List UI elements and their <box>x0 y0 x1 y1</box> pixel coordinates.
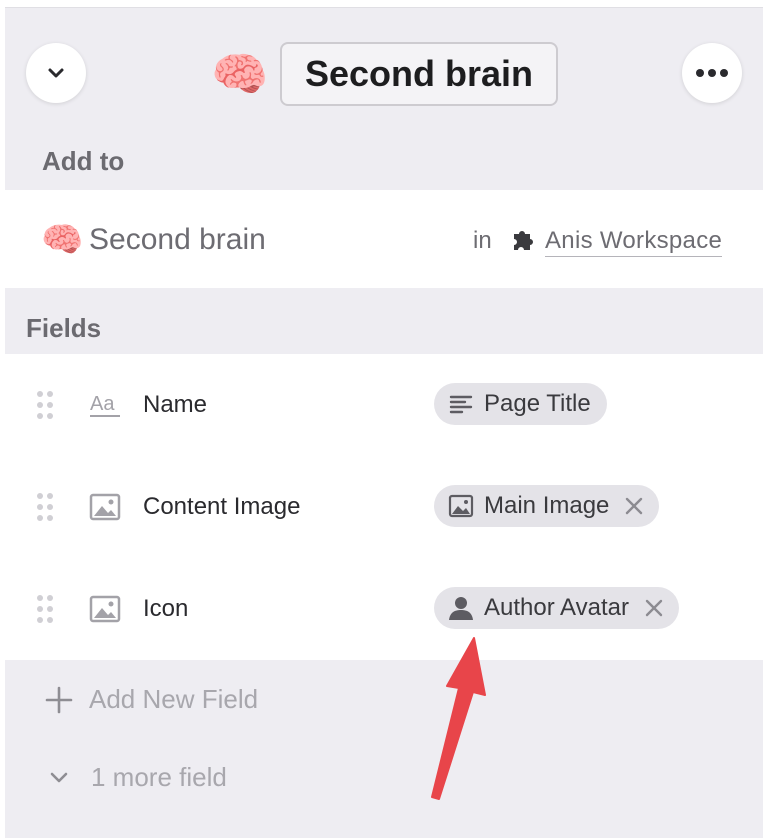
fields-label: Fields <box>26 313 102 343</box>
close-icon[interactable] <box>645 599 663 617</box>
chevron-down-icon <box>50 772 68 782</box>
person-icon <box>449 597 473 620</box>
database-emoji-icon: 🧠 <box>41 221 84 259</box>
drag-handle-icon[interactable] <box>35 593 55 625</box>
database-name: Second brain <box>89 223 266 256</box>
add-to-destination[interactable]: 🧠 Second brain in Anis Workspace <box>5 190 763 288</box>
field-name: Icon <box>143 595 189 622</box>
field-row-content-image: Content Image Main Image <box>5 456 763 558</box>
more-options-button[interactable] <box>682 43 742 103</box>
text-type-icon: Aa <box>90 393 120 417</box>
page-title-input[interactable]: Second brain <box>280 42 558 106</box>
top-strip <box>5 0 763 8</box>
more-fields-label: 1 more field <box>91 762 227 792</box>
svg-text:Aa: Aa <box>90 393 115 415</box>
chevron-down-icon <box>48 68 64 78</box>
image-icon <box>89 595 121 623</box>
database-emoji-icon[interactable]: 🧠 <box>211 46 268 102</box>
add-to-label: Add to <box>42 146 125 176</box>
in-label: in <box>473 227 492 254</box>
chip-label: Main Image <box>484 492 610 519</box>
add-new-field-button[interactable]: Add New Field <box>45 684 258 715</box>
drag-handle-icon[interactable] <box>35 389 55 421</box>
more-fields-toggle[interactable]: 1 more field <box>49 762 227 793</box>
collapse-button[interactable] <box>26 43 86 103</box>
chip-label: Page Title <box>484 390 591 417</box>
mapping-chip-page-title[interactable]: Page Title <box>434 383 607 425</box>
mapping-chip-main-image[interactable]: Main Image <box>434 485 660 527</box>
image-icon <box>89 493 121 521</box>
more-horizontal-icon <box>696 69 728 77</box>
mapping-chip-author-avatar[interactable]: Author Avatar <box>434 587 679 629</box>
field-name: Name <box>143 391 208 418</box>
workspace-link[interactable]: Anis Workspace <box>545 227 723 257</box>
field-name: Content Image <box>143 493 301 520</box>
chip-label: Author Avatar <box>484 594 629 621</box>
image-icon <box>448 494 474 518</box>
clipper-panel: 🧠 Second brain Add to 🧠 Second brain in … <box>5 0 763 838</box>
drag-handle-icon[interactable] <box>35 491 55 523</box>
lines-icon <box>449 395 473 414</box>
add-new-field-label: Add New Field <box>89 684 259 714</box>
puzzle-icon <box>514 231 533 250</box>
close-icon[interactable] <box>625 497 643 515</box>
plus-icon <box>45 686 73 713</box>
field-row-name: Aa Name Page Title <box>5 354 763 456</box>
field-row-icon: Icon Author Avatar <box>5 558 763 660</box>
